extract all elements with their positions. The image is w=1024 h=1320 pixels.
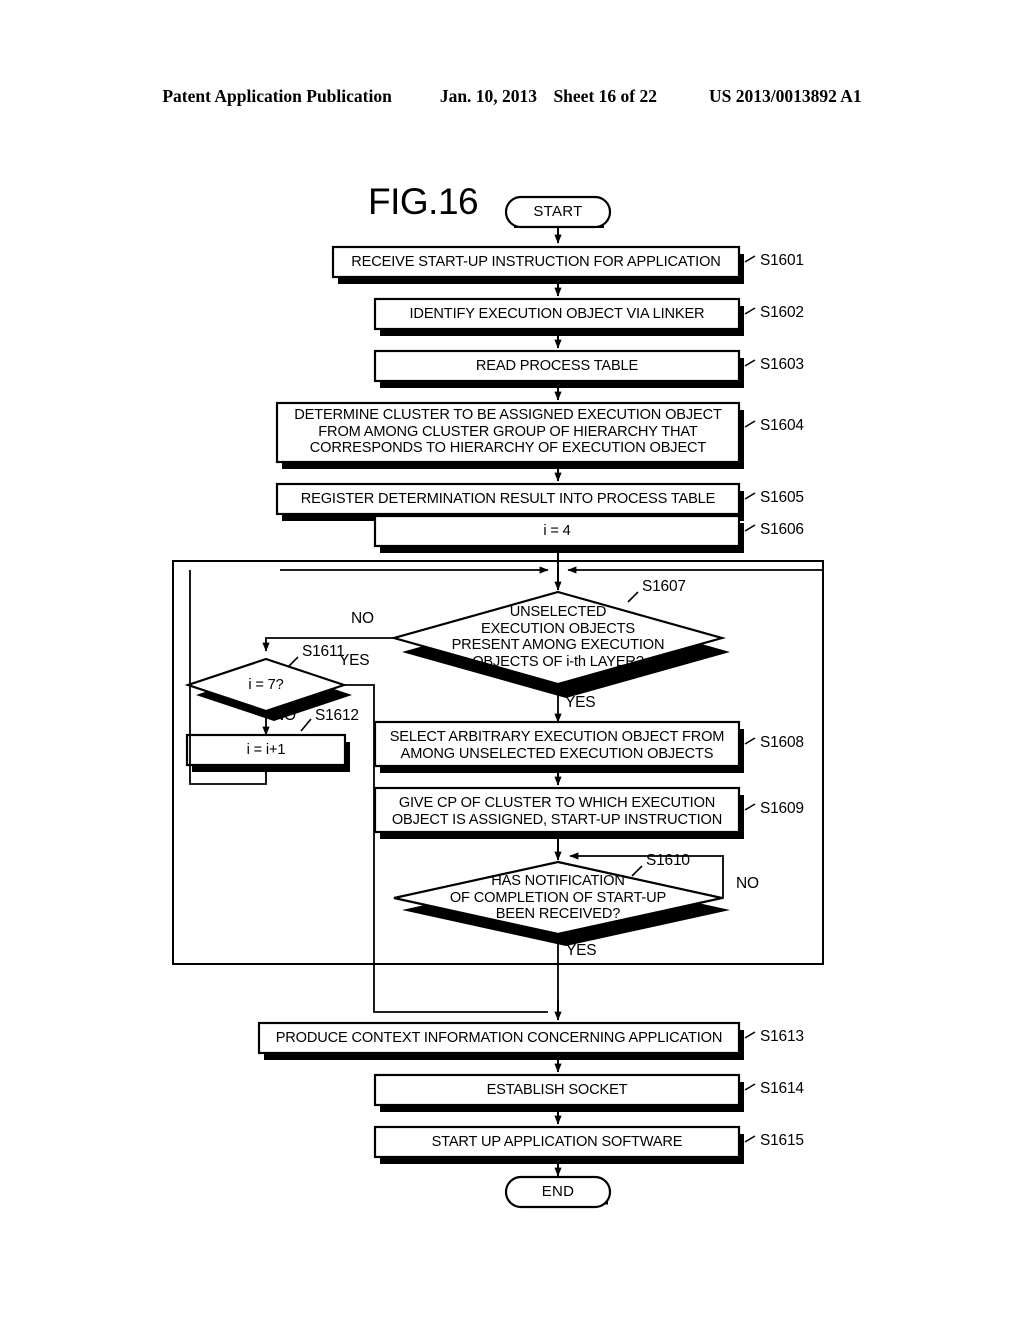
s1611-no-label: NO (273, 707, 296, 724)
s1606-leader (744, 524, 756, 532)
s1601-step-label: S1601 (760, 252, 804, 269)
s1609-leader (744, 803, 756, 811)
s1610-no-label: NO (736, 875, 759, 892)
s1614-leader (744, 1083, 756, 1091)
s1609-box (373, 786, 741, 834)
s1611-yes-label: YES (339, 652, 370, 669)
s1612-step-label: S1612 (315, 707, 359, 724)
s1610-diamond (393, 860, 723, 936)
s1612-leader (300, 718, 312, 732)
flowchart-canvas (172, 195, 824, 1209)
s1609-step-label: S1609 (760, 800, 804, 817)
s1602-step-label: S1602 (760, 304, 804, 321)
terminal-start (504, 195, 612, 229)
s1605-step-label: S1605 (760, 489, 804, 506)
s1608-leader (744, 737, 756, 745)
s1613-step-label: S1613 (760, 1028, 804, 1045)
s1613-leader (744, 1031, 756, 1039)
s1611-leader (287, 656, 299, 668)
s1606-box (373, 514, 741, 548)
s1607-step-label: S1607 (642, 578, 686, 595)
s1607-yes-down-label: YES (565, 694, 596, 711)
s1614-box (373, 1073, 741, 1107)
s1607-no-label: NO (351, 610, 374, 627)
s1614-step-label: S1614 (760, 1080, 804, 1097)
s1603-step-label: S1603 (760, 356, 804, 373)
s1603-leader (744, 359, 756, 367)
s1608-box (373, 720, 741, 768)
s1604-step-label: S1604 (760, 417, 804, 434)
s1601-box (331, 245, 741, 279)
s1607-diamond (389, 590, 727, 686)
s1610-step-label: S1610 (646, 852, 690, 869)
s1610-yes-label: YES (566, 942, 597, 959)
terminal-end (504, 1175, 612, 1209)
s1605-box (275, 482, 741, 516)
s1604-box (275, 401, 741, 464)
s1612-box (185, 733, 347, 767)
s1615-step-label: S1615 (760, 1132, 804, 1149)
s1607-leader (627, 591, 639, 603)
s1608-step-label: S1608 (760, 734, 804, 751)
s1615-leader (744, 1135, 756, 1143)
s1605-leader (744, 492, 756, 500)
s1615-box (373, 1125, 741, 1159)
s1602-leader (744, 307, 756, 315)
s1613-box (257, 1021, 741, 1055)
s1603-box (373, 349, 741, 383)
s1610-leader (631, 865, 643, 877)
s1601-leader (744, 255, 756, 263)
s1606-step-label: S1606 (760, 521, 804, 538)
s1604-leader (744, 420, 756, 428)
s1602-box (373, 297, 741, 331)
